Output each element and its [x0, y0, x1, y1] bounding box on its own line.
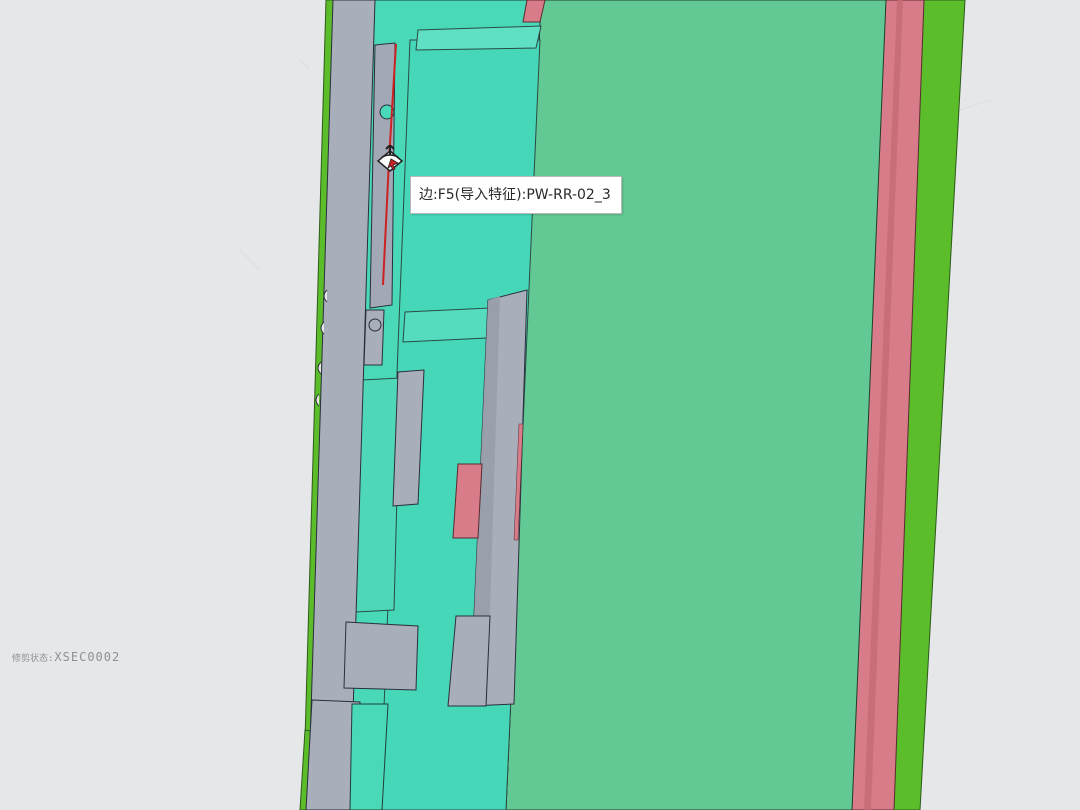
section-status: 修剪状态:XSEC0002 — [12, 650, 120, 664]
gray-flange-lower[interactable] — [447, 615, 491, 707]
model-geometry[interactable] — [0, 0, 1080, 810]
teal-top-ledge — [415, 25, 542, 51]
teal-foot — [349, 703, 389, 810]
edge-tooltip-text: 边:F5(导入特征):PW-RR-02_3 — [419, 187, 611, 203]
teal-slot — [402, 307, 491, 343]
cad-viewport[interactable]: 边:F5(导入特征):PW-RR-02_3 修剪状态:XSEC0002 — [0, 0, 1080, 810]
select-cursor-icon — [376, 143, 410, 184]
section-status-value: XSEC0002 — [54, 650, 121, 664]
gray-square-lower[interactable] — [343, 621, 419, 691]
gray-rib-notch-mid — [363, 309, 385, 366]
edge-tooltip: 边:F5(导入特征):PW-RR-02_3 — [410, 176, 622, 214]
pink-block-small[interactable] — [452, 463, 483, 539]
hole-feature-2 — [368, 318, 382, 332]
section-status-label: 修剪状态: — [12, 654, 54, 664]
main-mint-face[interactable] — [505, 0, 887, 810]
